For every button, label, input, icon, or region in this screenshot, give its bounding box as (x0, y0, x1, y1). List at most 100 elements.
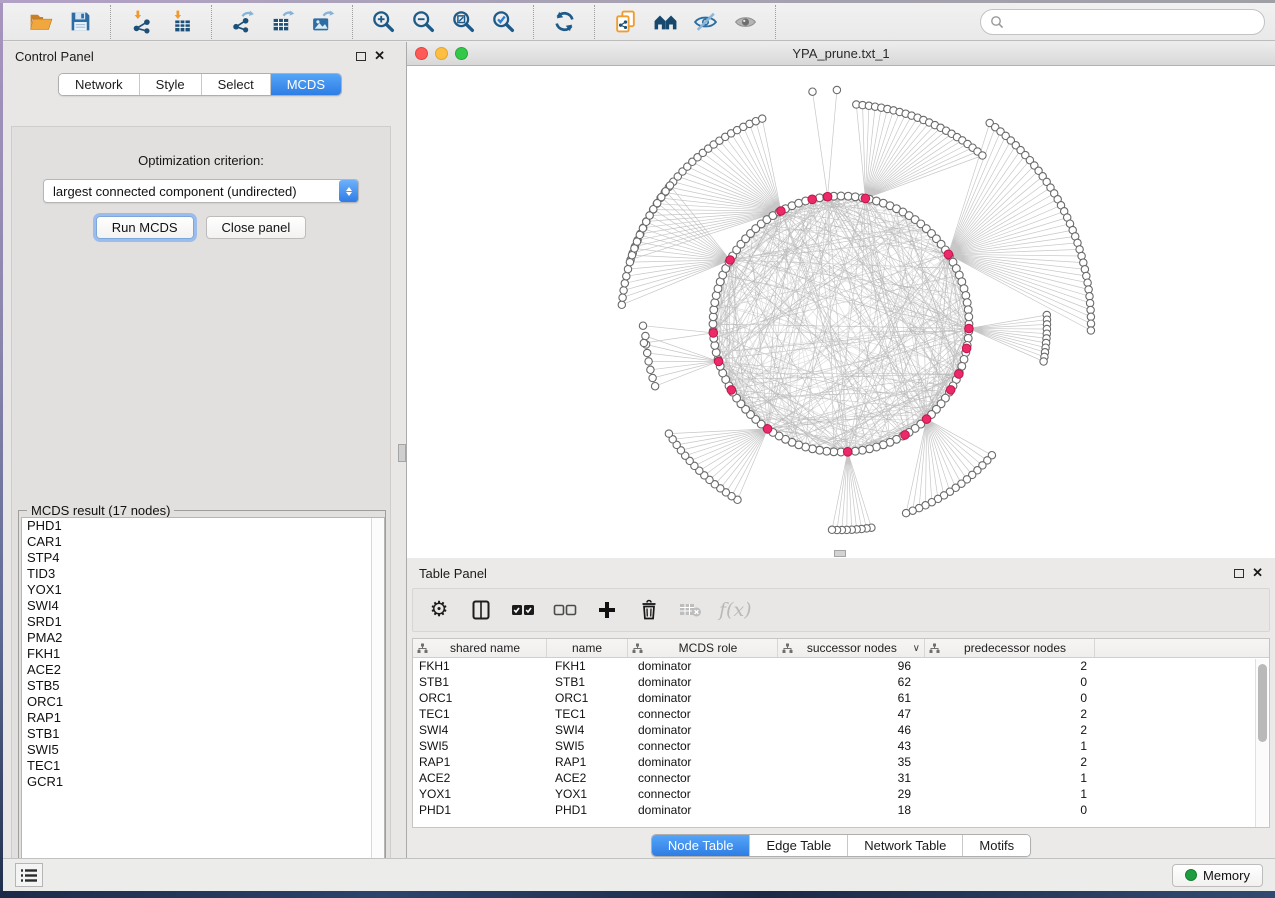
list-item[interactable]: SWI5 (22, 742, 384, 758)
first-neighbors-button[interactable] (645, 7, 685, 37)
list-item[interactable]: CAR1 (22, 534, 384, 550)
memory-button[interactable]: Memory (1172, 864, 1263, 887)
zoom-fit-button[interactable] (443, 7, 483, 37)
list-item[interactable]: PMA2 (22, 630, 384, 646)
list-item[interactable]: FKH1 (22, 646, 384, 662)
open-file-icon (28, 9, 53, 34)
export-network-button[interactable] (222, 7, 262, 37)
shared-column-icon (417, 643, 428, 654)
list-scrollbar[interactable] (371, 518, 384, 872)
export-image-button[interactable] (302, 7, 342, 37)
list-item[interactable]: TEC1 (22, 758, 384, 774)
column-header-mcds-role[interactable]: MCDS role (628, 639, 778, 657)
column-header-name[interactable]: name (547, 639, 628, 657)
table-row[interactable]: YOX1YOX1connector291 (413, 786, 1269, 802)
column-header-successor-nodes[interactable]: successor nodes ∨ (778, 639, 925, 657)
close-panel-icon[interactable]: ✕ (374, 51, 385, 61)
network-canvas[interactable] (407, 66, 1275, 558)
tab-motifs[interactable]: Motifs (963, 835, 1030, 856)
show-all-button[interactable] (725, 7, 765, 37)
network-titlebar[interactable]: YPA_prune.txt_1 (407, 42, 1275, 66)
show-panels-button[interactable] (15, 863, 43, 887)
table-cell: STB1 (413, 674, 547, 690)
save-session-button[interactable] (60, 7, 100, 37)
table-row[interactable]: RAP1RAP1dominator352 (413, 754, 1269, 770)
float-panel-icon[interactable] (356, 52, 366, 61)
deselect-all-button[interactable] (551, 595, 579, 625)
list-item[interactable]: ACE2 (22, 662, 384, 678)
tab-select[interactable]: Select (202, 74, 271, 95)
criterion-dropdown-value: largest connected component (undirected) (44, 184, 339, 199)
table-tabs-bar: Node Table Edge Table Network Table Moti… (407, 832, 1275, 858)
table-cell: 35 (778, 754, 925, 770)
table-cell: 0 (925, 802, 1095, 818)
table-cell: 1 (925, 770, 1095, 786)
list-item[interactable]: SWI4 (22, 598, 384, 614)
tab-node-table[interactable]: Node Table (652, 835, 751, 856)
splitter-handle[interactable] (398, 444, 406, 462)
horizontal-splitter-handle[interactable] (834, 550, 846, 557)
select-all-button[interactable] (509, 595, 537, 625)
import-network-button[interactable] (121, 7, 161, 37)
table-cell: 29 (778, 786, 925, 802)
list-item[interactable]: STB5 (22, 678, 384, 694)
table-row[interactable]: PHD1PHD1dominator180 (413, 802, 1269, 818)
import-table-button[interactable] (161, 7, 201, 37)
table-cell: dominator (628, 754, 778, 770)
show-column-button[interactable] (467, 595, 495, 625)
apply-function-button-disabled: f(x) (719, 595, 752, 625)
list-item[interactable]: SRD1 (22, 614, 384, 630)
zoom-selected-button[interactable] (483, 7, 523, 37)
table-scrollbar-thumb[interactable] (1258, 664, 1267, 742)
list-item[interactable]: YOX1 (22, 582, 384, 598)
delete-column-button[interactable] (635, 595, 663, 625)
refresh-layout-button[interactable] (544, 7, 584, 37)
tab-network[interactable]: Network (59, 74, 140, 95)
table-cell: ORC1 (547, 690, 628, 706)
table-row[interactable]: SWI4SWI4dominator462 (413, 722, 1269, 738)
open-file-button[interactable] (20, 7, 60, 37)
close-table-panel-icon[interactable]: ✕ (1252, 568, 1263, 578)
table-settings-button[interactable]: ⚙ (425, 595, 453, 625)
export-table-button[interactable] (262, 7, 302, 37)
table-row[interactable]: STB1STB1dominator620 (413, 674, 1269, 690)
zoom-out-button[interactable] (403, 7, 443, 37)
tab-edge-table[interactable]: Edge Table (750, 835, 848, 856)
column-header-predecessor-nodes[interactable]: predecessor nodes (925, 639, 1095, 657)
list-item[interactable]: TID3 (22, 566, 384, 582)
criterion-dropdown[interactable]: largest connected component (undirected) (43, 179, 359, 203)
list-item[interactable]: PHD1 (22, 518, 384, 534)
run-mcds-button[interactable]: Run MCDS (96, 216, 194, 239)
clone-network-button[interactable] (605, 7, 645, 37)
table-row[interactable]: ACE2ACE2connector311 (413, 770, 1269, 786)
tab-style[interactable]: Style (140, 74, 202, 95)
list-item[interactable]: STP4 (22, 550, 384, 566)
column-header-shared-name[interactable]: shared name (413, 639, 547, 657)
float-table-panel-icon[interactable] (1234, 569, 1244, 578)
control-panel: Control Panel ✕ Network Style Select MCD… (3, 42, 397, 858)
table-row[interactable]: ORC1ORC1dominator610 (413, 690, 1269, 706)
tab-mcds[interactable]: MCDS (271, 74, 341, 95)
table-cell: YOX1 (413, 786, 547, 802)
hide-selected-button[interactable] (685, 7, 725, 37)
table-row[interactable]: FKH1FKH1dominator962 (413, 658, 1269, 674)
list-item[interactable]: RAP1 (22, 710, 384, 726)
memory-status-icon (1185, 869, 1197, 881)
list-item[interactable]: ORC1 (22, 694, 384, 710)
table-row[interactable]: SWI5SWI5connector431 (413, 738, 1269, 754)
list-item[interactable]: GCR1 (22, 774, 384, 790)
vertical-splitter[interactable] (397, 42, 407, 858)
table-cell: dominator (628, 802, 778, 818)
search-box[interactable] (980, 9, 1265, 35)
tab-network-table[interactable]: Network Table (848, 835, 963, 856)
table-cell: connector (628, 786, 778, 802)
list-item[interactable]: STB1 (22, 726, 384, 742)
table-scrollbar[interactable] (1255, 659, 1268, 827)
search-input[interactable] (1010, 14, 1255, 29)
close-panel-button[interactable]: Close panel (206, 216, 307, 239)
zoom-in-button[interactable] (363, 7, 403, 37)
table-row[interactable]: TEC1TEC1connector472 (413, 706, 1269, 722)
zoom-out-icon (411, 9, 436, 34)
mcds-result-group: MCDS result (17 nodes) PHD1 CAR1 STP4 TI… (18, 510, 386, 874)
add-column-button[interactable] (593, 595, 621, 625)
